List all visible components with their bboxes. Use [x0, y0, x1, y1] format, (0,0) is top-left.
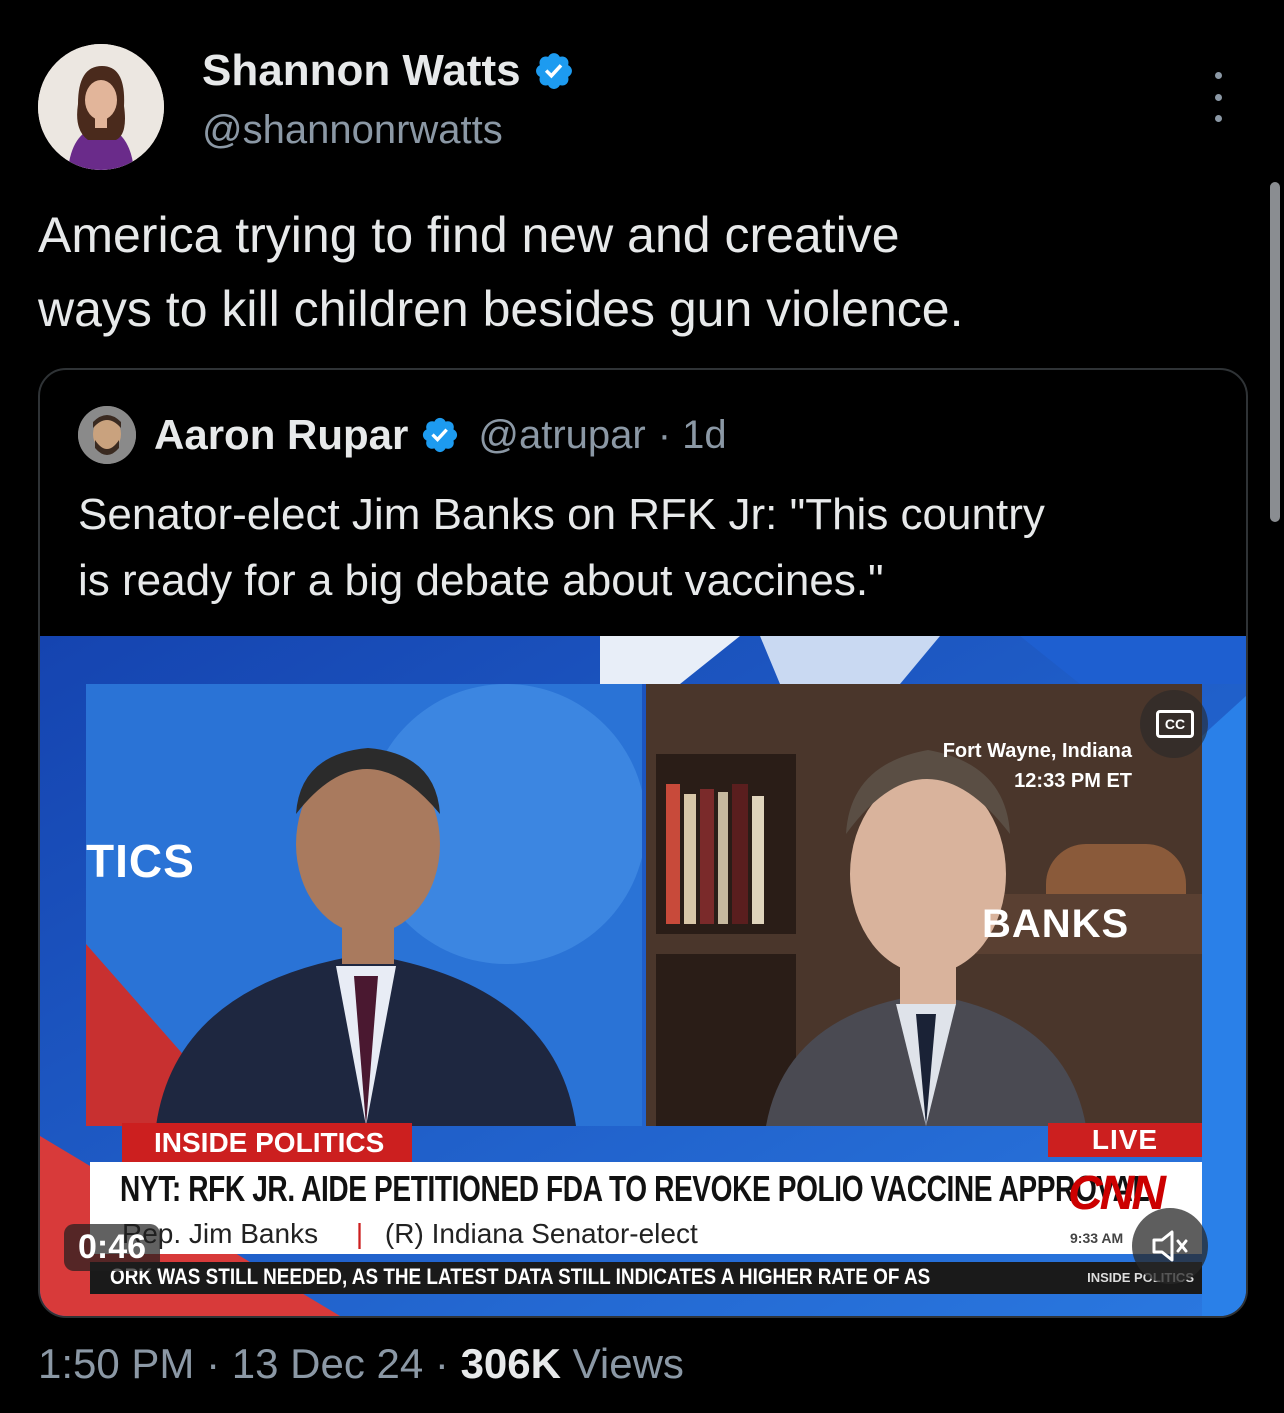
banks-sign: BANKS [982, 902, 1130, 946]
quoted-tweet-card[interactable]: Aaron Rupar @atrupar · 1d Senator-elect … [38, 368, 1248, 1318]
scrollbar[interactable] [1270, 182, 1280, 522]
dot [1214, 115, 1222, 122]
tweet-text-line: America trying to find new and creative [38, 207, 900, 263]
video-elapsed-time: 0:46 [64, 1224, 161, 1271]
news-crawl: ORK WAS STILL NEEDED, AS THE LATEST DATA… [90, 1262, 1202, 1294]
closed-captions-button[interactable]: CC [1140, 690, 1208, 758]
quoted-author-handle[interactable]: @atrupar [478, 413, 645, 458]
guest-role: (R) Indiana Senator-elect [384, 1218, 698, 1249]
author-name[interactable]: Shannon Watts [202, 46, 521, 96]
meta-separator: · [434, 1340, 449, 1387]
author-name-row: Shannon Watts [202, 46, 575, 96]
quoted-tweet-age[interactable]: · 1d [658, 413, 727, 458]
quoted-author-name[interactable]: Aaron Rupar [154, 411, 408, 459]
location-overlay: Fort Wayne, Indiana 12:33 PM ET [943, 736, 1132, 796]
location-text: Fort Wayne, Indiana [942, 740, 1132, 762]
chyron-headline-bar: NYT: RFK JR. AIDE PETITIONED FDA TO REVO… [90, 1162, 1202, 1224]
quoted-author-avatar[interactable] [78, 406, 136, 464]
dot [1214, 72, 1222, 79]
mute-button[interactable] [1132, 1208, 1208, 1284]
crawl-text: ORK WAS STILL NEEDED, AS THE LATEST DATA… [110, 1264, 931, 1289]
video-player[interactable]: TICS Fort Wayne, Indiana 12:33 PM ET BAN… [40, 636, 1246, 1316]
show-label: INSIDE POLITICS [122, 1123, 413, 1163]
tweet-meta: 1:50 PM · 13 Dec 24 · 306K Views [38, 1340, 684, 1388]
anchor-image [86, 684, 642, 1126]
more-options-icon[interactable] [1206, 72, 1230, 122]
chyron-headline: NYT: RFK JR. AIDE PETITIONED FDA TO REVO… [120, 1168, 1150, 1209]
chyron-subline-bar: Rep. Jim Banks | (R) Indiana Senator-ele… [90, 1218, 1202, 1254]
verified-badge-icon [423, 417, 458, 453]
meta-separator: · [206, 1340, 221, 1387]
chyron-subline: Rep. Jim Banks | (R) Indiana Senator-ele… [122, 1218, 698, 1250]
quoted-text-line: is ready for a big debate about vaccines… [78, 556, 884, 605]
quoted-author-avatar-image [78, 406, 136, 464]
tweet-time[interactable]: 1:50 PM [38, 1340, 194, 1387]
backdrop-text: TICS [86, 835, 195, 887]
live-label: LIVE [1048, 1123, 1202, 1157]
dot [1214, 93, 1222, 101]
location-time: 12:33 PM ET [1014, 770, 1132, 792]
verified-badge-icon [535, 53, 572, 89]
guest-separator: | [355, 1218, 364, 1249]
tweet-date[interactable]: 13 Dec 24 [232, 1340, 423, 1387]
author-handle[interactable]: @shannonrwatts [202, 108, 503, 153]
anchor-panel: TICS [86, 684, 642, 1126]
tweet-text: America trying to find new and creative … [38, 198, 1238, 346]
speaker-muted-icon [1152, 1230, 1188, 1262]
guest-panel: Fort Wayne, Indiana 12:33 PM ET BANKS [646, 684, 1202, 1126]
broadcast-time: 9:33 AM [1070, 1230, 1124, 1246]
tweet-text-line: ways to kill children besides gun violen… [38, 281, 964, 337]
quoted-text-line: Senator-elect Jim Banks on RFK Jr: "This… [78, 490, 1045, 539]
closed-captions-icon: CC [1156, 710, 1194, 738]
quoted-tweet-header: Aaron Rupar @atrupar · 1d [78, 406, 727, 464]
author-avatar-image [38, 44, 164, 170]
author-avatar[interactable] [38, 44, 164, 170]
views-count[interactable]: 306K [461, 1340, 561, 1387]
views-label: Views [572, 1340, 684, 1387]
quoted-tweet-text: Senator-elect Jim Banks on RFK Jr: "This… [78, 482, 1218, 614]
